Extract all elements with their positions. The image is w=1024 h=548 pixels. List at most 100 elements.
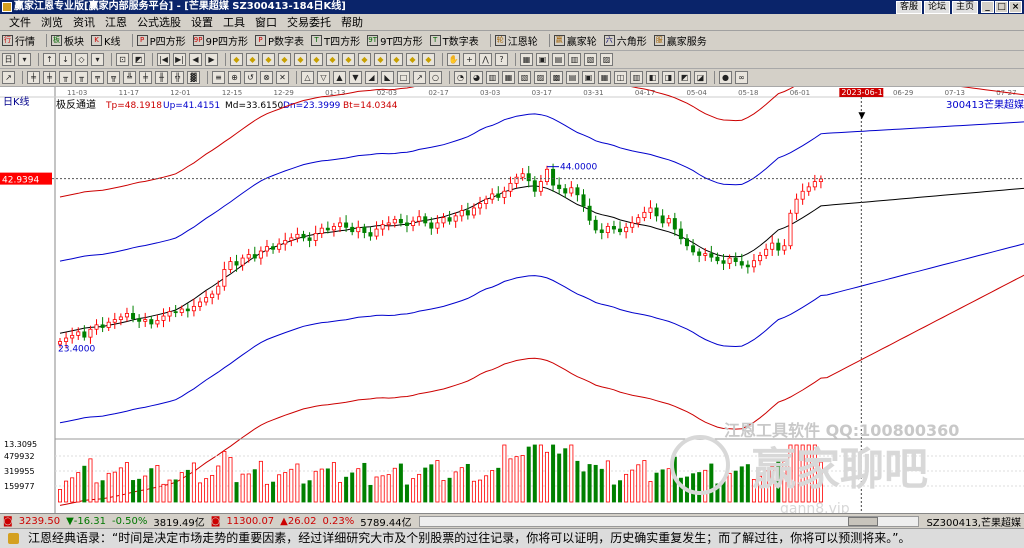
toolbar3-button-13[interactable]: ⊕	[228, 71, 241, 84]
toolbar3-button-8[interactable]: ╪	[139, 71, 152, 84]
toolbar3-button-3[interactable]: ╥	[59, 71, 72, 84]
toolbar2-button-26[interactable]: +	[463, 53, 476, 66]
toolbar3-button-19[interactable]: ▲	[333, 71, 346, 84]
toolbar1-item-3[interactable]: P P四方形	[136, 33, 186, 48]
toolbar3-button-9[interactable]: ╫	[155, 71, 168, 84]
menu-item-1[interactable]: 浏览	[36, 15, 68, 30]
toolbar1-item-11[interactable]: 六六角形	[603, 33, 647, 48]
toolbar2-button-5[interactable]: ▾	[91, 53, 104, 66]
toolbar3-button-12[interactable]: ≡	[212, 71, 225, 84]
toolbar2-button-0[interactable]: 日	[2, 53, 15, 66]
toolbar3-button-27[interactable]: ◕	[470, 71, 483, 84]
menu-item-8[interactable]: 交易委托	[282, 15, 336, 30]
toolbar2-button-18[interactable]: ◆	[326, 53, 339, 66]
toolbar3-button-17[interactable]: △	[301, 71, 314, 84]
toolbar2-button-9[interactable]: ▶|	[173, 53, 186, 66]
toolbar3-button-11[interactable]: ▓	[187, 71, 200, 84]
menu-item-5[interactable]: 设置	[186, 15, 218, 30]
toolbar3-button-39[interactable]: ◨	[662, 71, 675, 84]
toolbar3-button-35[interactable]: ▦	[598, 71, 611, 84]
toolbar1-item-1[interactable]: 板板块	[51, 33, 84, 48]
toolbar3-button-29[interactable]: ▦	[502, 71, 515, 84]
toolbar2-button-12[interactable]: ◆	[230, 53, 243, 66]
toolbar2-button-22[interactable]: ◆	[390, 53, 403, 66]
toolbar3-button-16[interactable]: ✕	[276, 71, 289, 84]
toolbar1-item-7[interactable]: 9T 9T四方形	[367, 33, 423, 48]
toolbar3-button-32[interactable]: ▩	[550, 71, 563, 84]
toolbar3-button-0[interactable]: ↗	[2, 71, 15, 84]
link-zhuye[interactable]: 主页	[951, 1, 978, 14]
toolbar2-button-3[interactable]: ↓	[59, 53, 72, 66]
toolbar3-button-5[interactable]: ╤	[91, 71, 104, 84]
toolbar3-button-24[interactable]: ↗	[413, 71, 426, 84]
toolbar2-button-6[interactable]: ⊡	[116, 53, 129, 66]
toolbar2-button-28[interactable]: ?	[495, 53, 508, 66]
toolbar3-button-7[interactable]: ╩	[123, 71, 136, 84]
horizontal-scrollbar[interactable]	[418, 515, 920, 527]
toolbar2-button-20[interactable]: ◆	[358, 53, 371, 66]
toolbar2-button-19[interactable]: ◆	[342, 53, 355, 66]
menu-item-0[interactable]: 文件	[4, 15, 36, 30]
close-button[interactable]: ×	[1009, 1, 1022, 13]
chart-area[interactable]: 11-03 11-17 12-01 12-15 12-29 01-13 02-03 02-17…	[0, 87, 1024, 513]
toolbar3-button-15[interactable]: ⊗	[260, 71, 273, 84]
toolbar1-item-9[interactable]: 轮江恩轮	[494, 33, 538, 48]
toolbar2-button-27[interactable]: ⋀	[479, 53, 492, 66]
toolbar3-button-6[interactable]: ╦	[107, 71, 120, 84]
toolbar2-button-15[interactable]: ◆	[278, 53, 291, 66]
toolbar3-button-4[interactable]: ╥	[75, 71, 88, 84]
toolbar2-button-33[interactable]: ▧	[584, 53, 597, 66]
menu-item-9[interactable]: 帮助	[336, 15, 368, 30]
kline-chart[interactable]: 11-03 11-17 12-01 12-15 12-29 01-13 02-03 02-17…	[0, 87, 1024, 513]
toolbar2-button-11[interactable]: ▶	[205, 53, 218, 66]
menu-item-7[interactable]: 窗口	[250, 15, 282, 30]
toolbar2-button-1[interactable]: ▾	[18, 53, 31, 66]
toolbar1-item-8[interactable]: T T数字表	[429, 33, 479, 48]
toolbar2-button-4[interactable]: ◇	[75, 53, 88, 66]
toolbar2-button-30[interactable]: ▣	[536, 53, 549, 66]
toolbar3-button-38[interactable]: ◧	[646, 71, 659, 84]
toolbar3-button-20[interactable]: ▼	[349, 71, 362, 84]
toolbar2-button-32[interactable]: ▥	[568, 53, 581, 66]
toolbar2-button-10[interactable]: ◀	[189, 53, 202, 66]
toolbar2-button-2[interactable]: ↑	[43, 53, 56, 66]
toolbar3-button-1[interactable]: ╪	[27, 71, 40, 84]
toolbar3-button-31[interactable]: ▨	[534, 71, 547, 84]
toolbar3-button-43[interactable]: ∞	[735, 71, 748, 84]
toolbar3-button-30[interactable]: ▧	[518, 71, 531, 84]
toolbar3-button-21[interactable]: ◢	[365, 71, 378, 84]
toolbar3-button-25[interactable]: ○	[429, 71, 442, 84]
toolbar3-button-26[interactable]: ◔	[454, 71, 467, 84]
menu-item-3[interactable]: 江恩	[100, 15, 132, 30]
toolbar3-button-2[interactable]: ╪	[43, 71, 56, 84]
toolbar2-button-14[interactable]: ◆	[262, 53, 275, 66]
scroll-thumb[interactable]	[848, 516, 879, 526]
toolbar3-button-18[interactable]: ▽	[317, 71, 330, 84]
link-kefu[interactable]: 客服	[895, 1, 922, 14]
toolbar1-item-6[interactable]: T T四方形	[311, 33, 360, 48]
toolbar3-button-42[interactable]: ●	[719, 71, 732, 84]
toolbar2-button-25[interactable]: ✋	[447, 53, 460, 66]
minimize-button[interactable]: _	[981, 1, 994, 13]
link-luntan[interactable]: 论坛	[923, 1, 950, 14]
menu-item-6[interactable]: 工具	[218, 15, 250, 30]
toolbar3-button-40[interactable]: ◩	[678, 71, 691, 84]
toolbar3-button-28[interactable]: ▥	[486, 71, 499, 84]
toolbar2-button-34[interactable]: ▨	[600, 53, 613, 66]
toolbar2-button-8[interactable]: |◀	[157, 53, 170, 66]
toolbar2-button-21[interactable]: ◆	[374, 53, 387, 66]
toolbar3-button-34[interactable]: ▣	[582, 71, 595, 84]
toolbar1-item-2[interactable]: K K线	[91, 33, 121, 48]
toolbar3-button-41[interactable]: ◪	[694, 71, 707, 84]
toolbar1-item-4[interactable]: 9P 9P四方形	[192, 33, 248, 48]
toolbar3-button-22[interactable]: ◣	[381, 71, 394, 84]
toolbar2-button-17[interactable]: ◆	[310, 53, 323, 66]
toolbar3-button-23[interactable]: □	[397, 71, 410, 84]
toolbar3-button-36[interactable]: ◫	[614, 71, 627, 84]
toolbar3-button-33[interactable]: ▤	[566, 71, 579, 84]
menu-item-2[interactable]: 资讯	[68, 15, 100, 30]
toolbar2-button-23[interactable]: ◆	[406, 53, 419, 66]
toolbar2-button-16[interactable]: ◆	[294, 53, 307, 66]
toolbar2-button-7[interactable]: ◩	[132, 53, 145, 66]
toolbar2-button-13[interactable]: ◆	[246, 53, 259, 66]
